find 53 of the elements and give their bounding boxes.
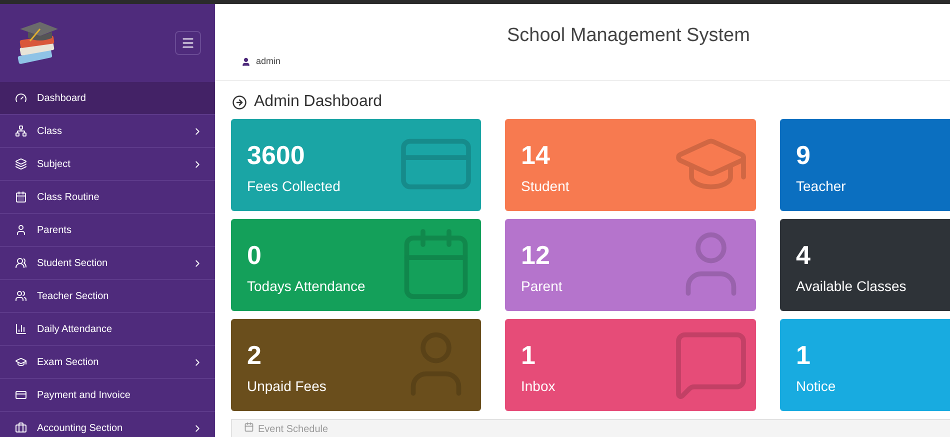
stat-card[interactable]: 2 Unpaid Fees xyxy=(231,319,481,411)
page-title: Admin Dashboard xyxy=(254,92,382,112)
stat-label: Available Classes xyxy=(796,277,908,296)
users-icon xyxy=(15,257,27,269)
app-title: School Management System xyxy=(507,24,750,48)
calendar-icon xyxy=(15,191,27,203)
stat-label: Todays Attendance xyxy=(247,277,366,296)
stat-label: Fees Collected xyxy=(247,177,342,196)
stat-value: 1 xyxy=(521,339,536,371)
stat-value: 4 xyxy=(796,239,812,271)
menu-toggle-button[interactable] xyxy=(175,31,201,55)
sidebar-label: Daily Attendance xyxy=(37,322,114,336)
stat-label: Parent xyxy=(521,277,564,296)
sidebar-label: Accounting Section xyxy=(37,422,124,436)
layers-icon xyxy=(15,158,27,170)
sidebar-label: Subject xyxy=(37,158,72,172)
panel-title: Event Schedule xyxy=(258,423,328,437)
hierarchy-icon xyxy=(15,125,27,137)
sidebar-label: Exam Section xyxy=(37,356,100,370)
stat-label: Teacher xyxy=(796,177,847,196)
stat-label: Notice xyxy=(796,377,837,396)
sidebar-label: Parents xyxy=(37,224,72,238)
stat-value: 0 xyxy=(247,239,262,271)
credit-card-icon xyxy=(15,389,27,401)
stat-value: 2 xyxy=(247,339,262,371)
stat-value: 3600 xyxy=(247,139,306,171)
calendar-icon xyxy=(244,422,254,432)
bar-chart-icon xyxy=(15,323,27,335)
sidebar-label: Payment and Invoice xyxy=(37,388,132,402)
stat-value: 12 xyxy=(521,239,551,271)
stat-value: 14 xyxy=(521,139,551,171)
stat-value: 9 xyxy=(796,139,812,171)
menu-icon xyxy=(181,36,195,50)
briefcase-icon xyxy=(15,422,27,434)
user-icon xyxy=(15,224,27,236)
stat-card[interactable]: 1 Inbox xyxy=(505,319,756,411)
stat-value: 1 xyxy=(796,339,812,371)
users-icon xyxy=(15,290,27,302)
sidebar-label: Dashboard xyxy=(37,92,87,106)
stat-label: Student xyxy=(521,177,570,196)
sidebar-label: Teacher Section xyxy=(37,290,110,304)
sidebar-item[interactable]: Dashboard xyxy=(0,82,215,115)
stat-card[interactable]: 9 Teacher xyxy=(780,119,950,211)
stat-card[interactable]: 4 Available Classes xyxy=(780,219,950,311)
stat-label: Inbox xyxy=(521,377,556,396)
sidebar-label: Class Routine xyxy=(37,190,100,204)
sidebar-label: Student Section xyxy=(37,256,109,270)
stat-label: Unpaid Fees xyxy=(247,377,328,396)
gauge-icon xyxy=(15,92,27,104)
username: admin xyxy=(256,55,281,68)
user-icon xyxy=(241,56,251,67)
sidebar-label: Class xyxy=(37,124,64,138)
graduation-cap-icon xyxy=(15,356,27,368)
